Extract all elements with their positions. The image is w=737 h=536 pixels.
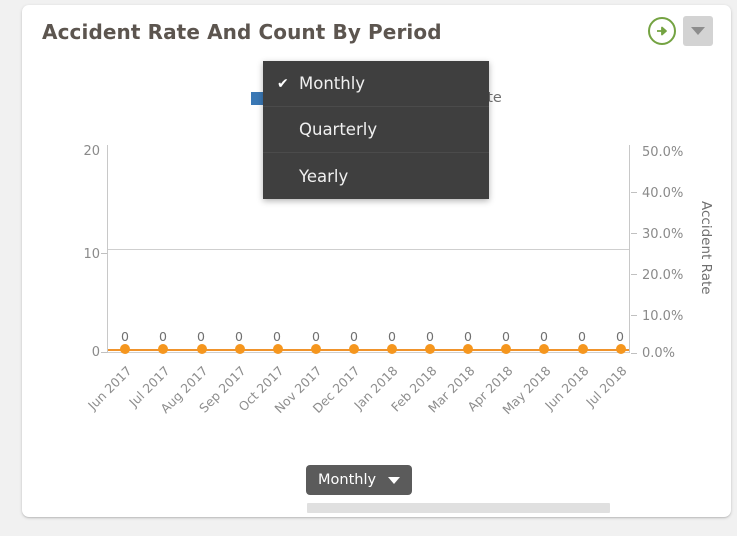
yaxis-left-tick-10: 10 <box>40 247 100 262</box>
axis-baseline <box>108 352 629 353</box>
menu-item-label: Yearly <box>299 167 348 186</box>
data-label: 0 <box>312 329 320 344</box>
yaxis-left-tick-20: 20 <box>40 144 100 159</box>
data-marker[interactable] <box>311 344 321 354</box>
data-label: 0 <box>616 329 624 344</box>
yaxis-left-tick-0: 0 <box>40 345 100 360</box>
yaxis-right-tick-0: 0.0% <box>642 346 675 361</box>
data-label: 0 <box>540 329 548 344</box>
yaxis-right-title: Accident Rate <box>698 201 714 295</box>
yaxis-right-tick-30: 30.0% <box>642 227 683 242</box>
period-selector-value: Monthly <box>318 472 376 488</box>
yaxis-right-tickmark-30 <box>631 233 637 234</box>
data-label: 0 <box>159 329 167 344</box>
data-label: 0 <box>197 329 205 344</box>
series-line-accident-rate <box>108 349 629 352</box>
chart-card: Accident Rate And Count By Period Crashe… <box>22 5 731 517</box>
data-marker[interactable] <box>273 344 283 354</box>
yaxis-right-tickmark-10 <box>631 315 637 316</box>
horizontal-scrollbar[interactable] <box>307 503 610 513</box>
data-label: 0 <box>502 329 510 344</box>
gridline-10 <box>108 249 629 250</box>
caret-down-icon <box>388 477 400 484</box>
yaxis-right-tickmark-20 <box>631 274 637 275</box>
data-label: 0 <box>426 329 434 344</box>
data-marker[interactable] <box>387 344 397 354</box>
menu-item-label: Quarterly <box>299 120 377 139</box>
data-label: 0 <box>273 329 281 344</box>
period-dropdown-menu: ✔ Monthly Quarterly Yearly <box>263 61 489 199</box>
period-selector-button[interactable]: Monthly <box>306 465 412 495</box>
data-label: 0 <box>578 329 586 344</box>
menu-item-quarterly[interactable]: Quarterly <box>263 107 489 153</box>
data-label: 0 <box>235 329 243 344</box>
menu-item-monthly[interactable]: ✔ Monthly <box>263 61 489 107</box>
data-label: 0 <box>121 329 129 344</box>
data-label: 0 <box>464 329 472 344</box>
data-label: 0 <box>350 329 358 344</box>
yaxis-right-tick-10: 10.0% <box>642 309 683 324</box>
yaxis-right-tick-50: 50.0% <box>642 145 683 160</box>
data-marker[interactable] <box>616 344 626 354</box>
yaxis-right-tick-20: 20.0% <box>642 268 683 283</box>
data-marker[interactable] <box>578 344 588 354</box>
data-marker[interactable] <box>235 344 245 354</box>
yaxis-right-tickmark-40 <box>631 192 637 193</box>
menu-item-yearly[interactable]: Yearly <box>263 153 489 199</box>
yaxis-right-tickmark-0 <box>631 353 637 354</box>
yaxis-right-tick-40: 40.0% <box>642 186 683 201</box>
data-marker[interactable] <box>197 344 207 354</box>
data-marker[interactable] <box>349 344 359 354</box>
screen-root: Accident Rate And Count By Period Crashe… <box>0 0 737 536</box>
menu-item-label: Monthly <box>299 74 365 93</box>
check-icon: ✔ <box>277 77 289 91</box>
data-label: 0 <box>388 329 396 344</box>
